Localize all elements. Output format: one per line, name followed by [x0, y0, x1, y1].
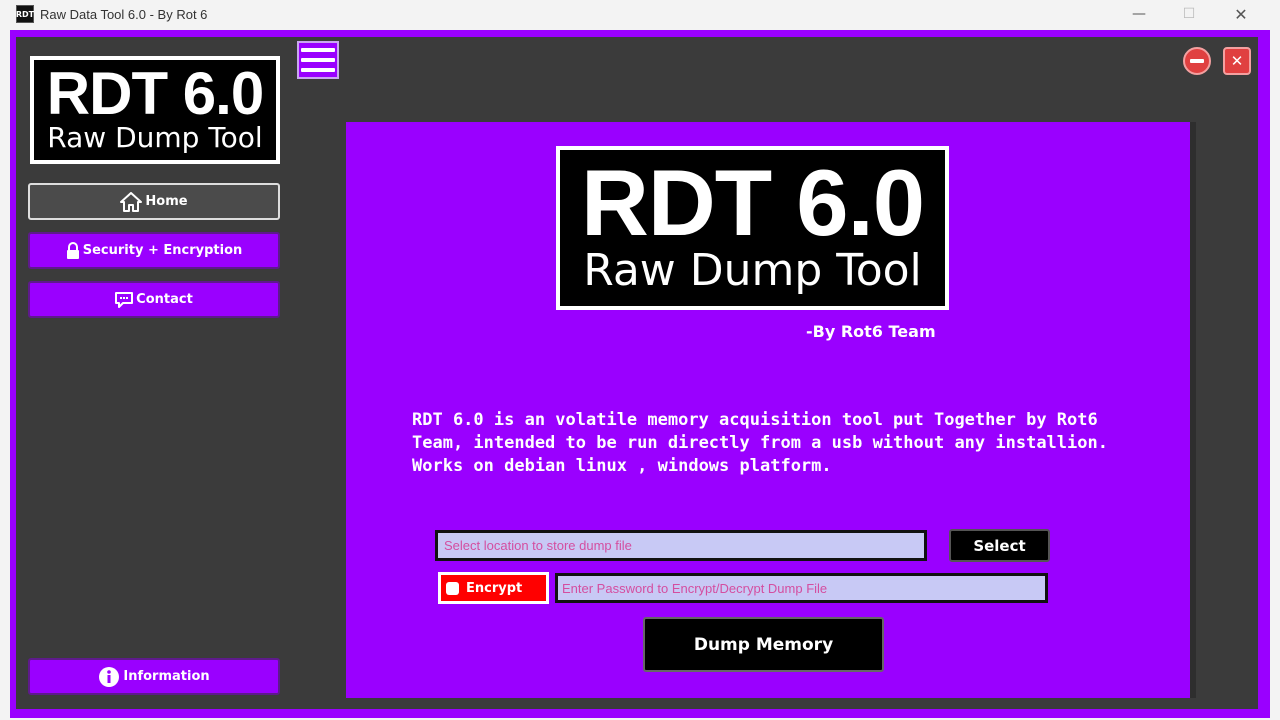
description-line: RDT 6.0 is an volatile memory acquisitio…: [412, 410, 1098, 430]
sidebar-logo-subtitle: Raw Dump Tool: [47, 121, 263, 154]
dump-memory-button[interactable]: Dump Memory: [643, 617, 884, 672]
description-line: Works on debian linux , windows platform…: [412, 456, 832, 476]
checkbox-icon: [446, 581, 459, 595]
hamburger-menu-button[interactable]: [297, 41, 339, 79]
description-line: Team, intended to be run directly from a…: [412, 433, 1108, 453]
sidebar-item-label: Contact: [136, 292, 193, 307]
sidebar-logo-title: RDT 6.0: [46, 60, 264, 127]
hero-logo: RDT 6.0 Raw Dump Tool: [556, 146, 949, 310]
sidebar-logo: RDT 6.0 Raw Dump Tool: [30, 56, 280, 164]
minus-icon: [1190, 59, 1204, 63]
window-close-button[interactable]: ✕: [1218, 0, 1264, 28]
encrypt-label: Encrypt: [466, 580, 523, 596]
byline: -By Rot6 Team: [806, 322, 936, 341]
hero-logo-title: RDT 6.0: [581, 150, 925, 255]
password-input[interactable]: [555, 573, 1048, 603]
sidebar-item-information[interactable]: Information: [28, 658, 280, 695]
dump-location-input[interactable]: [435, 530, 927, 561]
select-location-button[interactable]: Select: [949, 529, 1050, 562]
app-minimize-button[interactable]: [1183, 47, 1211, 75]
sidebar-item-label: Home: [145, 194, 188, 209]
info-icon: [98, 666, 120, 688]
window-maximize-button[interactable]: ☐: [1166, 0, 1212, 28]
hero-logo-subtitle: Raw Dump Tool: [583, 245, 922, 296]
sidebar-item-contact[interactable]: Contact: [28, 281, 280, 318]
app-close-button[interactable]: ✕: [1223, 47, 1251, 75]
app-icon: RDT: [16, 5, 34, 23]
lock-icon: [66, 241, 80, 260]
chat-icon: [115, 291, 134, 309]
window-minimize-button[interactable]: —: [1116, 0, 1162, 28]
sidebar-item-security-encryption[interactable]: Security + Encryption: [28, 232, 280, 269]
window-title: Raw Data Tool 6.0 - By Rot 6: [40, 6, 208, 22]
sidebar-item-home[interactable]: Home: [28, 183, 280, 220]
home-icon: [120, 191, 143, 212]
description: RDT 6.0 is an volatile memory acquisitio…: [412, 409, 1152, 478]
encrypt-checkbox[interactable]: Encrypt: [438, 572, 549, 604]
window-titlebar: RDT Raw Data Tool 6.0 - By Rot 6: [0, 0, 1280, 28]
sidebar-item-label: Information: [123, 669, 210, 684]
hamburger-icon: [301, 48, 335, 52]
sidebar-item-label: Security + Encryption: [82, 243, 243, 258]
